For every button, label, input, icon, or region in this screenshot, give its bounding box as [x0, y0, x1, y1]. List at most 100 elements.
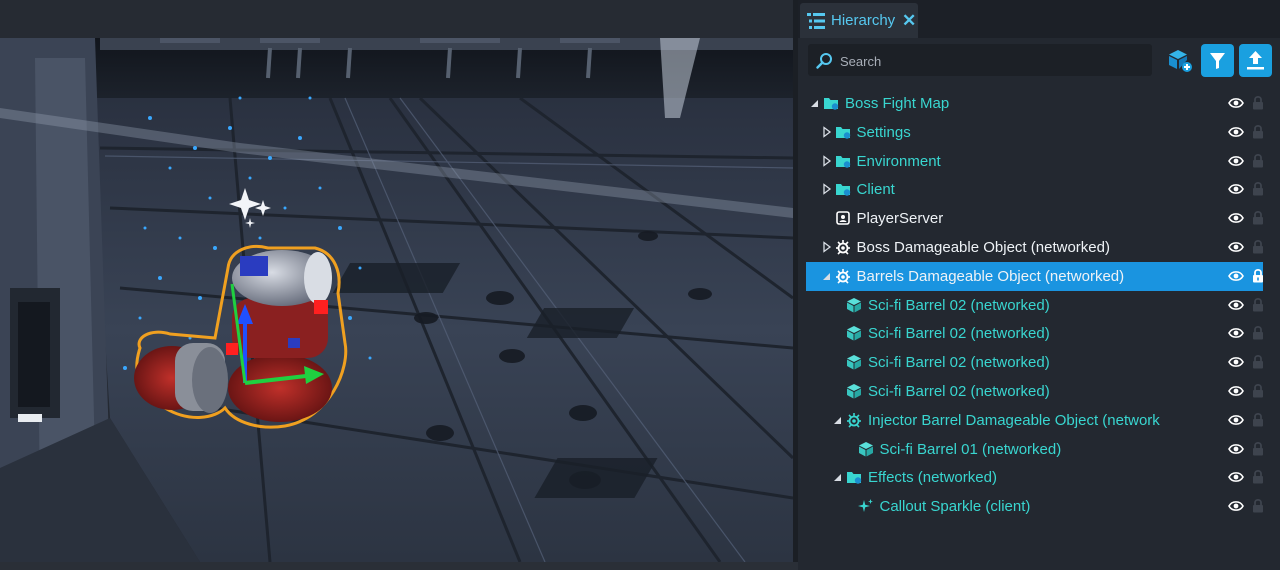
close-icon[interactable]: ✕ — [902, 11, 916, 31]
unlock-icon[interactable] — [1252, 383, 1264, 398]
unlock-icon[interactable] — [1252, 498, 1264, 513]
eye-icon[interactable] — [1228, 183, 1244, 195]
collapse-arrow-icon[interactable] — [822, 154, 832, 167]
scene-render[interactable] — [0, 38, 793, 562]
tree-row-label: Barrels Damageable Object (networked) — [856, 267, 1125, 285]
unlock-icon[interactable] — [1252, 412, 1264, 427]
hierarchy-panel: Hierarchy ✕ Boss Fight Map Settings — [798, 0, 1280, 570]
tree-row[interactable]: Sci-fi Barrel 01 (networked) — [798, 435, 1280, 464]
folder-icon — [824, 98, 839, 110]
cube-icon — [847, 326, 861, 341]
tree-row-label: Sci-fi Barrel 02 (networked) — [868, 354, 1050, 372]
tree-row[interactable]: Sci-fi Barrel 02 (networked) — [798, 377, 1280, 406]
tab-hierarchy[interactable]: Hierarchy ✕ — [800, 3, 918, 38]
tree-row-label: Effects (networked) — [868, 469, 997, 487]
tab-title: Hierarchy — [831, 12, 896, 29]
eye-icon[interactable] — [1228, 155, 1244, 167]
tree-row-label: Settings — [856, 123, 911, 141]
unlock-icon[interactable] — [1252, 354, 1264, 369]
viewport-toolbar-strip — [0, 0, 798, 38]
tree-row[interactable]: Sci-fi Barrel 02 (networked) — [798, 319, 1280, 348]
create-object-icon — [1169, 50, 1192, 72]
tree-row-label: Sci-fi Barrel 02 (networked) — [868, 382, 1050, 400]
filter-button[interactable] — [1201, 44, 1234, 77]
unlock-icon[interactable] — [1252, 210, 1264, 225]
scene-viewport[interactable] — [0, 0, 798, 570]
collapse-arrow-icon[interactable] — [822, 125, 832, 138]
collapse-arrow-icon[interactable] — [822, 241, 832, 253]
expand-arrow-icon[interactable] — [810, 97, 820, 109]
tree-row[interactable]: Callout Sparkle (client) — [798, 492, 1280, 521]
tree-row-label: Sci-fi Barrel 02 (networked) — [868, 325, 1050, 343]
expand-arrow-icon[interactable] — [833, 414, 843, 426]
tree-row-label: Client — [856, 181, 895, 199]
lock-icon[interactable] — [1252, 268, 1264, 283]
tree-row-label: Sci-fi Barrel 02 (networked) — [868, 296, 1050, 314]
expand-arrow-icon[interactable] — [822, 270, 832, 282]
upload-icon — [1247, 51, 1264, 70]
tree-row[interactable]: Barrels Damageable Object (networked) — [798, 261, 1280, 291]
unlock-icon[interactable] — [1252, 239, 1264, 254]
upload-button[interactable] — [1239, 44, 1272, 77]
tree-row-label: Injector Barrel Damageable Object (netwo… — [868, 411, 1160, 429]
tree-row[interactable]: Environment — [798, 147, 1280, 176]
unlock-icon[interactable] — [1252, 469, 1264, 484]
eye-icon[interactable] — [1228, 126, 1244, 138]
eye-icon[interactable] — [1228, 471, 1244, 483]
tree-row[interactable]: Client — [798, 175, 1280, 204]
eye-icon[interactable] — [1228, 270, 1244, 282]
hierarchy-tree: Boss Fight Map Settings Environment Client P… — [798, 89, 1280, 521]
filter-icon — [1210, 53, 1225, 69]
tree-row[interactable]: Settings — [798, 118, 1280, 147]
list-icon — [807, 13, 825, 29]
unlock-icon[interactable] — [1252, 441, 1264, 456]
damageable-object-icon — [835, 268, 850, 284]
tree-row-label: Boss Damageable Object (networked) — [856, 238, 1110, 256]
expand-arrow-icon[interactable] — [833, 471, 843, 483]
tree-row-label: Callout Sparkle (client) — [879, 498, 1031, 516]
eye-icon[interactable] — [1228, 443, 1244, 455]
unlock-icon[interactable] — [1252, 95, 1264, 110]
cube-icon — [847, 355, 861, 370]
cube-icon — [847, 297, 861, 313]
folder-icon — [847, 472, 862, 485]
unlock-icon[interactable] — [1252, 181, 1264, 196]
folder-icon — [835, 126, 850, 139]
tree-row[interactable]: PlayerServer — [798, 204, 1280, 233]
viewport-bottom-strip — [0, 562, 798, 570]
tree-row-label: PlayerServer — [856, 210, 944, 228]
folder-icon — [835, 184, 850, 197]
unlock-icon[interactable] — [1252, 325, 1264, 340]
eye-icon[interactable] — [1228, 299, 1244, 311]
eye-icon[interactable] — [1228, 500, 1244, 512]
eye-icon[interactable] — [1228, 97, 1244, 109]
damageable-object-icon — [835, 239, 850, 255]
unlock-icon[interactable] — [1252, 153, 1264, 168]
sparkle-icon — [857, 499, 873, 513]
collapse-arrow-icon[interactable] — [822, 183, 832, 196]
tree-row[interactable]: Boss Fight Map — [798, 89, 1280, 118]
tree-row-label: Sci-fi Barrel 01 (networked) — [879, 440, 1062, 458]
search-icon — [816, 53, 832, 69]
search-input[interactable] — [838, 50, 1142, 72]
player-settings-icon — [835, 211, 850, 225]
tree-row[interactable]: Sci-fi Barrel 02 (networked) — [798, 348, 1280, 377]
tree-row-label: Environment — [856, 152, 941, 170]
tab-bar: Hierarchy ✕ — [798, 0, 1280, 38]
tree-row[interactable]: Sci-fi Barrel 02 (networked) — [798, 291, 1280, 320]
eye-icon[interactable] — [1228, 414, 1244, 426]
tree-row[interactable]: Effects (networked) — [798, 463, 1280, 492]
eye-icon[interactable] — [1228, 385, 1244, 397]
search-box[interactable] — [808, 44, 1152, 76]
unlock-icon[interactable] — [1252, 124, 1264, 139]
eye-icon[interactable] — [1228, 327, 1244, 339]
unlock-icon[interactable] — [1252, 297, 1264, 312]
tree-row[interactable]: Injector Barrel Damageable Object (netwo… — [798, 406, 1280, 435]
eye-icon[interactable] — [1228, 356, 1244, 368]
eye-icon[interactable] — [1228, 212, 1244, 224]
tree-row-label: Boss Fight Map — [845, 95, 950, 112]
tree-row[interactable]: Boss Damageable Object (networked) — [798, 233, 1280, 262]
eye-icon[interactable] — [1228, 241, 1244, 253]
create-object-button[interactable] — [1166, 47, 1194, 75]
folder-icon — [835, 155, 850, 168]
